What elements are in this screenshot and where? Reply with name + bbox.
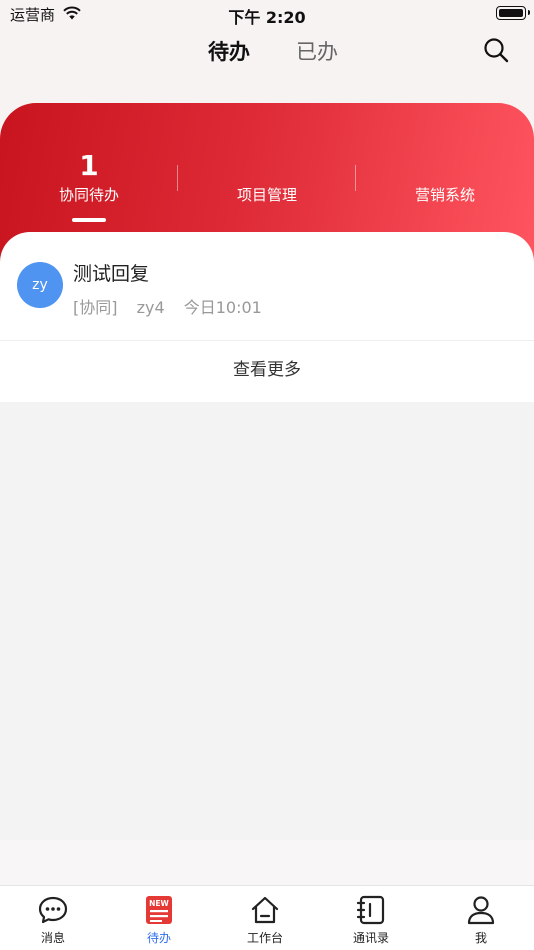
summary-count: 1 xyxy=(79,149,99,182)
bottom-band xyxy=(0,840,534,886)
summary-count xyxy=(386,150,504,182)
tabbar-item-contacts[interactable]: 通讯录 xyxy=(318,894,424,946)
tabbar-label: 我 xyxy=(474,931,487,945)
summary-label: 协同待办 xyxy=(58,186,119,204)
tab-done[interactable]: 已办 xyxy=(296,36,338,66)
tabbar-label: 消息 xyxy=(40,931,65,945)
tabbar-item-me[interactable]: 我 xyxy=(428,894,534,946)
status-time: 下午 2:20 xyxy=(228,8,306,27)
summary-project-management[interactable]: 项目管理 xyxy=(208,150,326,205)
tabbar-label: 待办 xyxy=(146,931,171,945)
list-divider xyxy=(0,340,534,341)
tabbar-item-workbench[interactable]: 工作台 xyxy=(212,894,318,946)
tab-todo[interactable]: 待办 xyxy=(208,36,250,69)
item-time: 今日10:01 xyxy=(183,298,262,317)
summary-marketing-system[interactable]: 营销系统 xyxy=(386,150,504,205)
contacts-book-icon xyxy=(356,895,385,925)
tabbar-label: 工作台 xyxy=(246,931,283,945)
tab-todo-label: 待办 xyxy=(208,40,250,64)
summary-divider xyxy=(355,165,356,191)
summary-label: 营销系统 xyxy=(414,186,475,204)
home-icon xyxy=(251,896,279,924)
tabbar-item-todo[interactable]: NEW 待办 xyxy=(106,894,212,946)
item-category: [协同] xyxy=(73,298,118,317)
tab-bar: 消息 NEW 待办 工作台 通讯录 我 xyxy=(0,885,534,950)
item-sender: zy4 xyxy=(136,298,165,317)
chat-bubble-icon xyxy=(38,896,68,924)
header: 待办 已办 xyxy=(0,28,534,78)
new-badge-text: NEW xyxy=(149,899,169,908)
avatar: zy xyxy=(17,262,63,308)
summary-label: 项目管理 xyxy=(236,186,297,204)
tab-done-label: 已办 xyxy=(296,40,338,64)
summary-divider xyxy=(177,165,178,191)
view-more-button[interactable]: 查看更多 xyxy=(0,355,534,380)
summary-count xyxy=(208,150,326,182)
tabbar-label: 通讯录 xyxy=(352,931,389,945)
tabbar-item-messages[interactable]: 消息 xyxy=(0,894,106,946)
item-title: 测试回复 xyxy=(73,263,150,285)
summary-selected-indicator xyxy=(72,218,106,222)
battery-icon xyxy=(496,6,530,20)
user-icon xyxy=(467,896,495,925)
item-meta: [协同] zy4 今日10:01 xyxy=(73,294,276,318)
new-badge-icon: NEW xyxy=(146,896,172,924)
summary-collab-todo[interactable]: 1 协同待办 xyxy=(30,150,148,205)
status-bar: 运营商 下午 2:20 xyxy=(0,0,534,28)
search-icon[interactable] xyxy=(482,36,510,64)
